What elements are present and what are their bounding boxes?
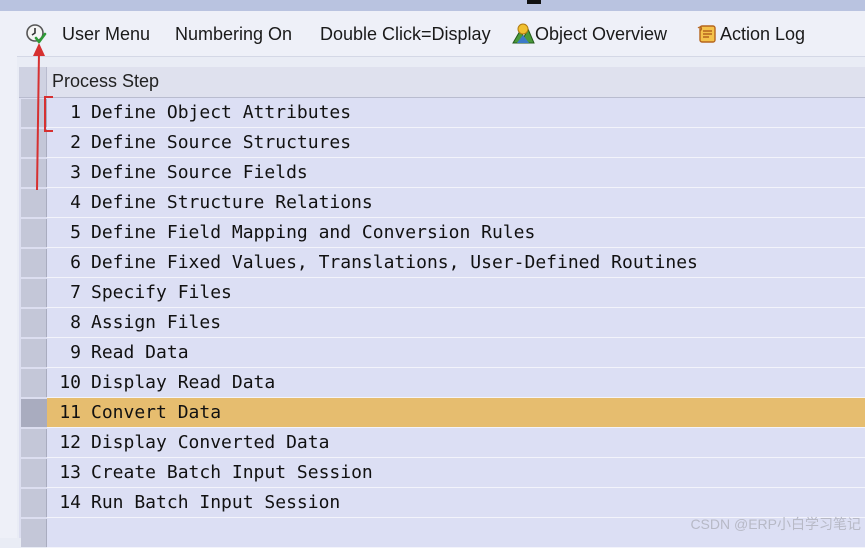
double-click-display-button[interactable]: Double Click=Display: [320, 21, 491, 47]
step-number: 11: [59, 402, 81, 423]
step-label: Define Field Mapping and Conversion Rule…: [91, 222, 536, 243]
table-row[interactable]: 12 Display Converted Data: [19, 428, 865, 458]
object-overview-icon: [512, 23, 535, 44]
step-label: Define Object Attributes: [91, 102, 352, 123]
process-step-cell[interactable]: 4 Define Structure Relations: [47, 188, 865, 218]
watermark: CSDN @ERP小白学习笔记: [690, 516, 861, 532]
table-row[interactable]: 7 Specify Files: [19, 278, 865, 308]
select-all-cell[interactable]: [19, 67, 47, 97]
row-selector[interactable]: [21, 309, 47, 337]
application-toolbar: User Menu Numbering On Double Click=Disp…: [0, 11, 865, 57]
step-number: 8: [70, 312, 81, 333]
text-cursor: [527, 0, 541, 4]
table-row[interactable]: 5 Define Field Mapping and Conversion Rul…: [19, 218, 865, 248]
row-selector[interactable]: [21, 219, 47, 247]
step-number: 9: [70, 342, 81, 363]
process-step-cell[interactable]: 11 Convert Data: [47, 398, 865, 428]
table-row[interactable]: 9 Read Data: [19, 338, 865, 368]
table-row[interactable]: 1 Define Object Attributes: [19, 98, 865, 128]
process-step-cell[interactable]: 13 Create Batch Input Session: [47, 458, 865, 488]
step-number: 4: [70, 192, 81, 213]
action-log-icon: [697, 25, 716, 43]
step-label: Define Structure Relations: [91, 192, 373, 213]
row-selector: [21, 519, 47, 547]
row-selector[interactable]: [21, 399, 47, 427]
process-step-table: Process Step 1 Define Object Attributes 2 D…: [19, 67, 865, 548]
table-row[interactable]: 13 Create Batch Input Session: [19, 458, 865, 488]
row-selector[interactable]: [21, 339, 47, 367]
step-label: Create Batch Input Session: [91, 462, 373, 483]
row-selector[interactable]: [21, 129, 47, 157]
table-row[interactable]: 11 Convert Data: [19, 398, 865, 428]
row-selector[interactable]: [21, 249, 47, 277]
table-row[interactable]: 10 Display Read Data: [19, 368, 865, 398]
left-border: [0, 56, 17, 538]
process-step-cell[interactable]: 9 Read Data: [47, 338, 865, 368]
step-number: 10: [59, 372, 81, 393]
annotation-bracket: [44, 96, 53, 132]
process-step-cell[interactable]: 8 Assign Files: [47, 308, 865, 338]
step-label: Display Converted Data: [91, 432, 330, 453]
step-label: Display Read Data: [91, 372, 276, 393]
column-header-process-step[interactable]: Process Step: [52, 71, 159, 92]
step-label: Convert Data: [91, 402, 222, 423]
row-selector[interactable]: [21, 279, 47, 307]
row-selector[interactable]: [21, 489, 47, 517]
process-step-cell[interactable]: 2 Define Source Structures: [47, 128, 865, 158]
process-step-cell[interactable]: 7 Specify Files: [47, 278, 865, 308]
row-selector[interactable]: [21, 159, 47, 187]
row-selector[interactable]: [21, 429, 47, 457]
step-number: 6: [70, 252, 81, 273]
step-label: Assign Files: [91, 312, 222, 333]
table-row[interactable]: 8 Assign Files: [19, 308, 865, 338]
table-header: Process Step: [19, 67, 865, 98]
object-overview-label: Object Overview: [535, 24, 668, 44]
execute-clock-check-icon[interactable]: [25, 23, 47, 45]
process-step-cell[interactable]: 6 Define Fixed Values, Translations, User…: [47, 248, 865, 278]
step-label: Run Batch Input Session: [91, 492, 341, 513]
step-number: 7: [70, 282, 81, 303]
step-number: 3: [70, 162, 81, 183]
action-log-label: Action Log: [720, 24, 806, 44]
row-selector[interactable]: [21, 189, 47, 217]
step-number: 5: [70, 222, 81, 243]
row-selector[interactable]: [21, 459, 47, 487]
user-menu-button[interactable]: User Menu: [62, 21, 150, 47]
step-label: Read Data: [91, 342, 189, 363]
process-step-cell[interactable]: 3 Define Source Fields: [47, 158, 865, 188]
table-row[interactable]: 6 Define Fixed Values, Translations, User…: [19, 248, 865, 278]
row-selector[interactable]: [21, 369, 47, 397]
numbering-on-button[interactable]: Numbering On: [175, 21, 292, 47]
step-label: Specify Files: [91, 282, 232, 303]
title-bar-strip: [0, 0, 865, 11]
step-number: 14: [59, 492, 81, 513]
step-number: 12: [59, 432, 81, 453]
process-step-cell[interactable]: 5 Define Field Mapping and Conversion Rul…: [47, 218, 865, 248]
table-row[interactable]: 4 Define Structure Relations: [19, 188, 865, 218]
step-label: Define Fixed Values, Translations, User-…: [91, 252, 698, 273]
process-step-cell[interactable]: 1 Define Object Attributes: [47, 98, 865, 128]
step-number: 13: [59, 462, 81, 483]
process-step-cell[interactable]: 12 Display Converted Data: [47, 428, 865, 458]
step-label: Define Source Structures: [91, 132, 352, 153]
table-row[interactable]: 3 Define Source Fields: [19, 158, 865, 188]
table-row[interactable]: 2 Define Source Structures: [19, 128, 865, 158]
process-step-cell[interactable]: 10 Display Read Data: [47, 368, 865, 398]
step-number: 2: [70, 132, 81, 153]
step-label: Define Source Fields: [91, 162, 308, 183]
